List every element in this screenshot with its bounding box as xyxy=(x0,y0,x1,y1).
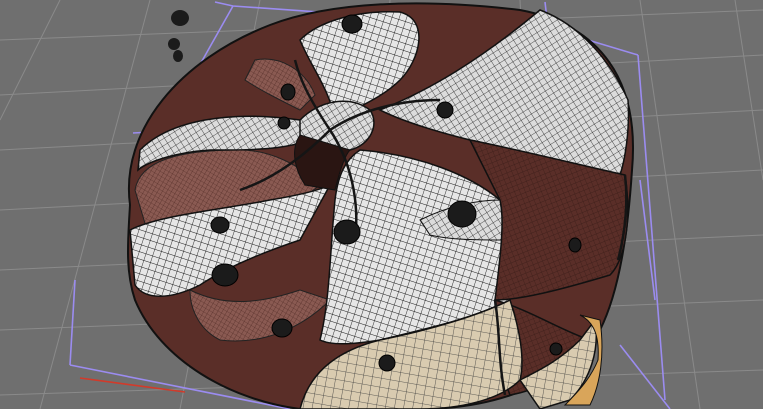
floating-chips xyxy=(168,10,189,62)
cookie-mesh[interactable] xyxy=(127,2,634,409)
3d-viewport[interactable] xyxy=(0,0,763,409)
viewport-canvas[interactable] xyxy=(0,0,763,409)
